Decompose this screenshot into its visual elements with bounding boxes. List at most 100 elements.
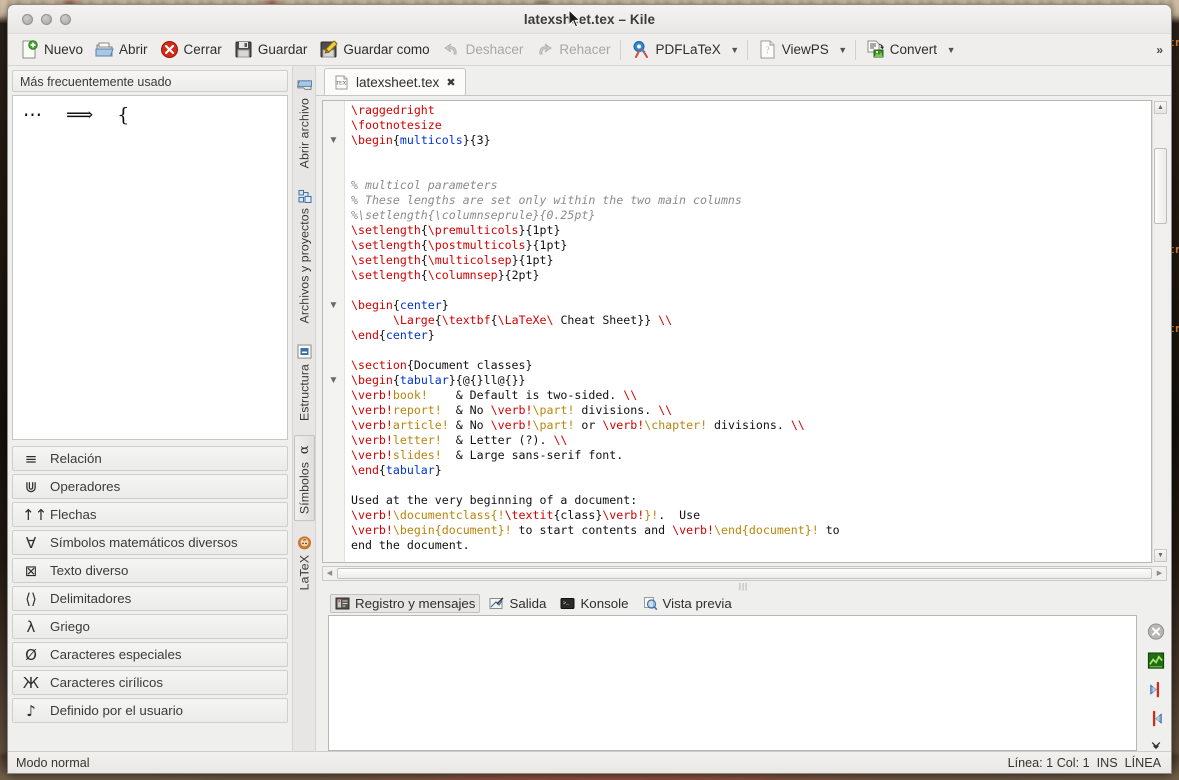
code-text[interactable]: \raggedright\footnotesize\begin{multicol… — [345, 101, 1151, 562]
status-insert-mode[interactable]: INS — [1097, 756, 1118, 770]
projects-icon — [297, 188, 312, 203]
code-token: multicols — [400, 133, 463, 147]
title-bar[interactable]: latexsheet.tex – Kile — [8, 5, 1171, 34]
scroll-right-button[interactable]: ▶ — [1153, 567, 1166, 580]
preview-magnifier-icon — [643, 596, 658, 611]
horizontal-scroll-thumb[interactable] — [337, 568, 1152, 579]
document-tab-bar[interactable]: TEX latexsheet.tex ✖ — [316, 66, 1171, 96]
toolbar-button-save[interactable]: Guardar — [228, 36, 314, 64]
symbol-dots[interactable]: ⋯ — [23, 104, 42, 126]
toolbar-label: Nuevo — [44, 42, 83, 57]
convert-dropdown-arrow[interactable]: ▼ — [943, 37, 959, 63]
sidebar-item-structure[interactable]: Estructura — [295, 338, 314, 427]
toolbar-button-convert[interactable]: Convert — [860, 36, 943, 64]
scroll-up-button[interactable]: ▲ — [1154, 101, 1167, 114]
code-line: \section{Document classes} — [351, 358, 1151, 373]
symbol-group-misc-text[interactable]: ⊠ Texto diverso — [12, 558, 288, 583]
code-editor[interactable]: ▼ ▼ ▼ \raggedright\footnotesize\begin{mult… — [322, 100, 1152, 563]
svg-text:?: ? — [765, 45, 769, 55]
bottom-panel-side-toolbar[interactable] — [1141, 615, 1171, 751]
previous-error-icon[interactable] — [1147, 681, 1165, 698]
document-tab-latexsheet[interactable]: TEX latexsheet.tex ✖ — [324, 68, 466, 95]
main-toolbar[interactable]: Nuevo Abrir Cerrar Guardar — [8, 34, 1171, 66]
close-icon[interactable]: ✖ — [446, 76, 455, 89]
code-token: \\ — [658, 313, 672, 327]
code-token: \verb! — [491, 403, 533, 417]
viewps-dropdown-arrow[interactable]: ▼ — [835, 37, 851, 63]
misc-text-icon: ⊠ — [22, 562, 40, 580]
clear-close-icon[interactable] — [1147, 623, 1165, 640]
symbol-group-special-chars[interactable]: Ø Caracteres especiales — [12, 642, 288, 667]
viewps-document-icon: ? — [758, 40, 777, 59]
next-error-icon[interactable] — [1147, 710, 1165, 727]
code-line: \raggedright — [351, 103, 1151, 118]
open-file-icon — [297, 78, 312, 93]
fold-toggle-icon[interactable]: ▼ — [327, 374, 340, 387]
toolbar-button-open[interactable]: Abrir — [89, 36, 154, 64]
tab-output[interactable]: Salida — [484, 594, 551, 613]
toolbar-overflow-button[interactable]: » — [1156, 43, 1163, 57]
pdflatex-dropdown-arrow[interactable]: ▼ — [727, 37, 743, 63]
symbol-group-user-defined[interactable]: ♪ Definido por el usuario — [12, 698, 288, 723]
symbol-group-operators[interactable]: ⋓ Operadores — [12, 474, 288, 499]
symbol-group-relation[interactable]: ≡ Relación — [12, 446, 288, 471]
symbols-dock: Más frecuentemente usado ⋯ ⟹ { ≡ Relació… — [8, 66, 292, 751]
chevron-down-icon[interactable] — [1147, 740, 1165, 751]
side-tab-strip[interactable]: Abrir archivo Archivos y proyectos Estru — [292, 66, 316, 751]
tab-konsole[interactable]: >_ Konsole — [555, 594, 633, 613]
scroll-left-button[interactable]: ◀ — [323, 567, 336, 580]
symbol-group-delimiters[interactable]: ⟨⟩ Delimitadores — [12, 586, 288, 611]
symbol-brace[interactable]: { — [117, 104, 129, 126]
toolbar-button-pdflatex[interactable]: PDFLaTeX — [625, 36, 726, 64]
toolbar-separator — [747, 40, 748, 60]
code-token: divisions. — [574, 403, 658, 417]
code-token: tabular — [386, 463, 435, 477]
scroll-down-button[interactable]: ▼ — [1154, 549, 1167, 562]
bottom-tab-label: Vista previa — [663, 596, 732, 611]
sidebar-item-latex[interactable]: LaTeX — [295, 529, 314, 596]
graph-green-icon[interactable] — [1147, 652, 1165, 669]
editor-vertical-scrollbar[interactable]: ▲ ▼ — [1152, 100, 1167, 563]
code-token: } — [442, 298, 449, 312]
bottom-panel-tab-bar[interactable]: Registro y mensajes Salida >_ — [322, 591, 1171, 615]
status-selection-mode[interactable]: LÍNEA — [1125, 756, 1161, 770]
symbol-group-label: Caracteres cirílicos — [50, 675, 163, 690]
toolbar-button-save-as[interactable]: Guardar como — [313, 36, 435, 64]
symbol-implies[interactable]: ⟹ — [66, 104, 93, 126]
toolbar-separator — [620, 40, 621, 60]
tab-log-and-messages[interactable]: Registro y mensajes — [330, 594, 480, 613]
status-cursor-position: Línea: 1 Col: 1 — [1008, 756, 1090, 770]
code-token: \begin — [351, 373, 393, 387]
code-token: \postmulticols — [428, 238, 526, 252]
editor-horizontal-scrollbar[interactable]: ◀ ▶ — [322, 566, 1167, 581]
symbol-group-cyrillic[interactable]: Ж Caracteres cirílicos — [12, 670, 288, 695]
fold-toggle-icon[interactable]: ▼ — [327, 299, 340, 312]
code-line: \begin{multicols}{3} — [351, 133, 1151, 148]
fold-toggle-icon[interactable]: ▼ — [327, 134, 340, 147]
symbol-group-misc-math[interactable]: ∀ Símbolos matemáticos diversos — [12, 530, 288, 555]
code-token: \setlength — [351, 238, 421, 252]
sidebar-item-files-projects[interactable]: Archivos y proyectos — [295, 182, 314, 329]
most-frequently-used-area[interactable]: ⋯ ⟹ { — [12, 95, 288, 440]
code-token: to — [819, 523, 840, 537]
toolbar-label: Convert — [890, 42, 937, 57]
code-token: % These lengths are set only within the … — [351, 193, 742, 207]
toolbar-button-new[interactable]: Nuevo — [14, 36, 89, 64]
code-token: {Document classes} — [407, 358, 533, 372]
code-token: \setlength — [351, 253, 421, 267]
code-token: \part — [533, 418, 568, 432]
special-chars-icon: Ø — [22, 646, 40, 664]
vertical-scroll-thumb[interactable] — [1154, 148, 1167, 224]
symbol-group-greek[interactable]: λ Griego — [12, 614, 288, 639]
sidebar-item-symbols[interactable]: Símbolos α — [294, 435, 315, 521]
code-token: ! — [505, 523, 512, 537]
fold-gutter[interactable]: ▼ ▼ ▼ — [323, 101, 345, 562]
symbol-group-arrows[interactable]: ↑↑ Flechas — [12, 502, 288, 527]
tab-preview[interactable]: Vista previa — [638, 594, 737, 613]
sidebar-item-open-file[interactable]: Abrir archivo — [295, 72, 314, 174]
toolbar-button-close[interactable]: Cerrar — [154, 36, 228, 64]
panel-splitter-handle[interactable]: ||| — [316, 582, 1171, 591]
toolbar-button-viewps[interactable]: ? ViewPS — [752, 36, 835, 64]
code-line: \verb!article! & No \verb!\part! or \ver… — [351, 418, 1151, 433]
log-output-area[interactable] — [328, 615, 1137, 751]
